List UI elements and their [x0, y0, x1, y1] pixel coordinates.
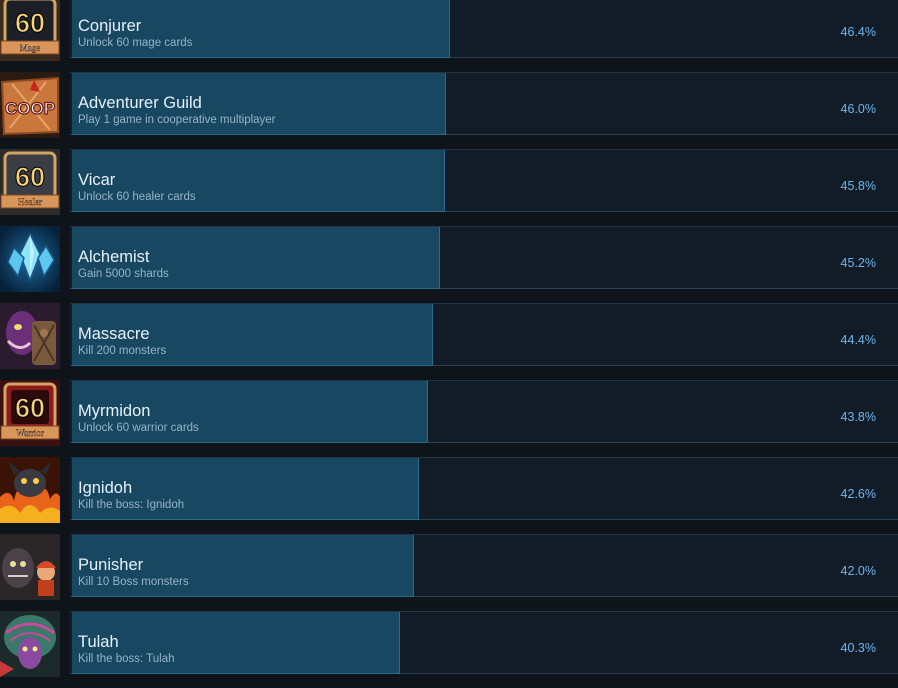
achievement-description: Kill the boss: Ignidoh	[78, 499, 185, 511]
achievement-percent: 45.8%	[840, 179, 876, 193]
achievement-row-ignidoh[interactable]: Ignidoh Kill the boss: Ignidoh 42.6%	[0, 457, 898, 534]
achievement-percent: 42.0%	[840, 564, 876, 578]
achievement-title: Massacre	[78, 325, 150, 343]
achievement-row-alchemist[interactable]: Alchemist Gain 5000 shards 45.2%	[0, 226, 898, 303]
coop-label: COOP	[5, 99, 55, 118]
achievement-description: Unlock 60 mage cards	[78, 37, 193, 49]
badge-number: 60	[15, 393, 45, 423]
achievement-description: Play 1 game in cooperative multiplayer	[78, 114, 276, 126]
achievement-description: Gain 5000 shards	[78, 268, 169, 280]
achievement-row-conjurer[interactable]: 60 Mage Conjurer Unlock 60 mage cards 46…	[0, 0, 898, 72]
achievement-panel: Punisher Kill 10 Boss monsters 42.0%	[70, 534, 898, 597]
purple-monster-icon	[0, 303, 60, 369]
boss-group-icon	[0, 534, 60, 600]
badge-number: 60	[15, 162, 45, 192]
achievement-panel: Massacre Kill 200 monsters 44.4%	[70, 303, 898, 366]
badge-caption: Healer	[18, 197, 42, 207]
coop-map-icon: COOP	[0, 72, 60, 138]
crystal-shards-icon	[0, 226, 60, 292]
achievement-description: Unlock 60 healer cards	[78, 191, 196, 203]
achievement-row-massacre[interactable]: Massacre Kill 200 monsters 44.4%	[0, 303, 898, 380]
sixty-warrior-icon: 60 Warrior	[0, 380, 60, 446]
badge-number: 60	[15, 8, 45, 38]
achievement-percent: 45.2%	[840, 256, 876, 270]
achievement-title: Myrmidon	[78, 402, 151, 420]
achievement-title: Alchemist	[78, 248, 150, 266]
achievement-row-adventurer-guild[interactable]: COOP Adventurer Guild Play 1 game in coo…	[0, 72, 898, 149]
achievement-description: Kill 10 Boss monsters	[78, 576, 189, 588]
achievement-percent: 43.8%	[840, 410, 876, 424]
badge-caption: Warrior	[16, 428, 44, 438]
achievement-panel: Alchemist Gain 5000 shards 45.2%	[70, 226, 898, 289]
achievement-percent: 40.3%	[840, 641, 876, 655]
achievement-panel: Ignidoh Kill the boss: Ignidoh 42.6%	[70, 457, 898, 520]
achievement-percent: 46.4%	[840, 25, 876, 39]
achievement-panel: Tulah Kill the boss: Tulah 40.3%	[70, 611, 898, 674]
achievement-title: Ignidoh	[78, 479, 133, 497]
badge-caption: Mage	[20, 43, 41, 53]
achievement-title: Adventurer Guild	[78, 94, 202, 112]
achievement-panel: Myrmidon Unlock 60 warrior cards 43.8%	[70, 380, 898, 443]
tulah-boss-icon	[0, 611, 60, 677]
achievement-percent: 42.6%	[840, 487, 876, 501]
achievement-panel: Adventurer Guild Play 1 game in cooperat…	[70, 72, 898, 135]
sixty-healer-icon: 60 Healer	[0, 149, 60, 215]
achievement-title: Punisher	[78, 556, 144, 574]
achievement-percent: 46.0%	[840, 102, 876, 116]
achievement-title: Conjurer	[78, 17, 142, 35]
achievement-description: Kill 200 monsters	[78, 345, 167, 357]
achievement-row-vicar[interactable]: 60 Healer Vicar Unlock 60 healer cards 4…	[0, 149, 898, 226]
achievement-panel: Vicar Unlock 60 healer cards 45.8%	[70, 149, 898, 212]
achievement-list: 60 Mage Conjurer Unlock 60 mage cards 46…	[0, 0, 898, 688]
achievement-title: Tulah	[78, 633, 119, 651]
sixty-mage-icon: 60 Mage	[0, 0, 60, 61]
achievement-description: Unlock 60 warrior cards	[78, 422, 199, 434]
achievement-percent: 44.4%	[840, 333, 876, 347]
achievement-row-punisher[interactable]: Punisher Kill 10 Boss monsters 42.0%	[0, 534, 898, 611]
achievement-description: Kill the boss: Tulah	[78, 653, 175, 665]
fire-demon-icon	[0, 457, 60, 523]
achievement-row-myrmidon[interactable]: 60 Warrior Myrmidon Unlock 60 warrior ca…	[0, 380, 898, 457]
achievement-panel: Conjurer Unlock 60 mage cards 46.4%	[70, 0, 898, 58]
achievement-row-tulah[interactable]: Tulah Kill the boss: Tulah 40.3%	[0, 611, 898, 688]
achievement-title: Vicar	[78, 171, 116, 189]
